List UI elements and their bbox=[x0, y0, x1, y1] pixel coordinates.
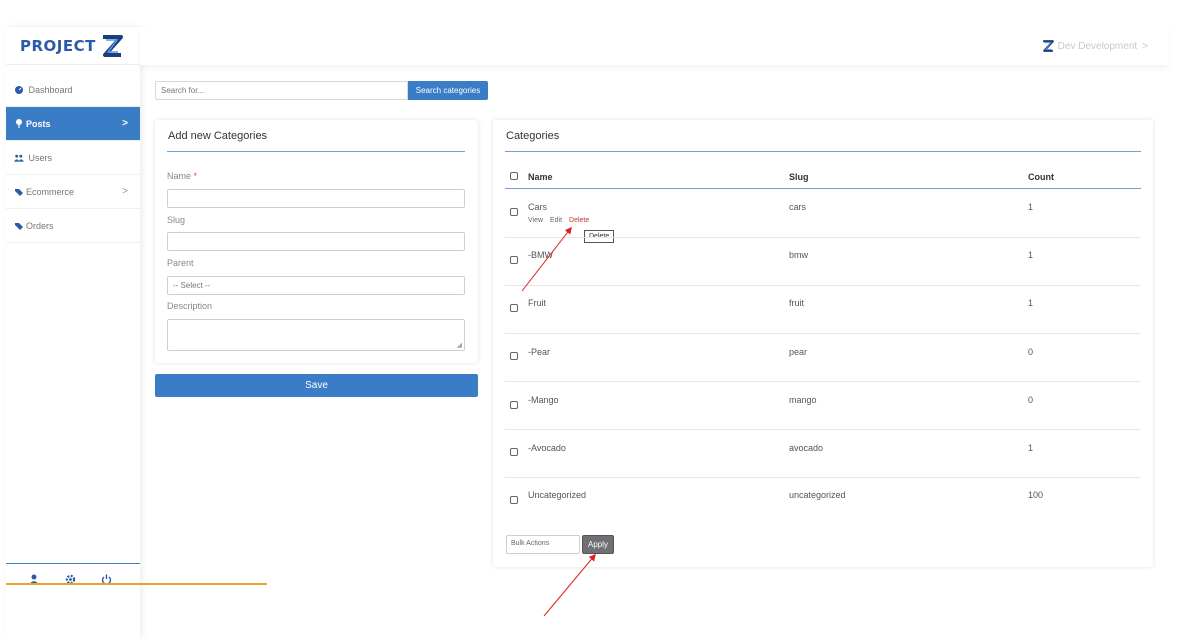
card-divider bbox=[505, 151, 1141, 152]
row-checkbox[interactable] bbox=[510, 256, 518, 264]
sidebar-item-posts[interactable]: Posts > bbox=[6, 107, 140, 141]
required-mark: * bbox=[193, 171, 198, 181]
category-slug: pear bbox=[789, 347, 808, 357]
bulk-actions-select[interactable]: Bulk Actions bbox=[506, 535, 580, 554]
sidebar-item-ecommerce[interactable]: Ecommerce > bbox=[6, 175, 140, 209]
row-actions: View Edit Delete bbox=[528, 217, 594, 224]
row-divider bbox=[505, 477, 1141, 478]
category-count: 1 bbox=[1028, 250, 1034, 260]
dashboard-icon bbox=[14, 85, 24, 95]
search-input[interactable] bbox=[155, 81, 408, 100]
project-z-logo-icon bbox=[1043, 40, 1054, 52]
name-label-text: Name bbox=[167, 171, 192, 181]
sidebar-nav: Dashboard Posts > Users Ecommerce > Orde… bbox=[6, 73, 140, 243]
divider bbox=[6, 583, 267, 585]
slug-field[interactable] bbox=[167, 232, 465, 251]
apply-button[interactable]: Apply bbox=[582, 535, 614, 554]
column-header-name[interactable]: Name bbox=[528, 172, 553, 182]
logo-text: PROJECT bbox=[20, 36, 96, 55]
sidebar-item-dashboard[interactable]: Dashboard bbox=[6, 73, 140, 107]
column-header-slug[interactable]: Slug bbox=[789, 172, 809, 182]
category-count: 1 bbox=[1028, 202, 1034, 212]
header-divider bbox=[505, 188, 1141, 189]
category-name[interactable]: -Mango bbox=[528, 395, 559, 405]
project-z-logo-icon bbox=[102, 34, 123, 57]
row-checkbox[interactable] bbox=[510, 304, 518, 312]
sidebar-item-label: Posts bbox=[26, 118, 51, 129]
top-bar: Dev Development > bbox=[140, 27, 1168, 65]
resize-handle-icon[interactable]: ◢ bbox=[457, 341, 462, 349]
chevron-right-icon: > bbox=[122, 186, 128, 197]
category-slug: bmw bbox=[789, 250, 809, 260]
row-checkbox[interactable] bbox=[510, 448, 518, 456]
chevron-right-icon: > bbox=[1142, 40, 1148, 52]
row-checkbox[interactable] bbox=[510, 401, 518, 409]
category-name[interactable]: Uncategorized bbox=[528, 490, 586, 500]
category-name[interactable]: -Avocado bbox=[528, 443, 566, 453]
category-slug: mango bbox=[789, 395, 817, 405]
card-title: Categories bbox=[506, 130, 560, 142]
tag-icon bbox=[14, 221, 24, 231]
card-title: Add new Categories bbox=[168, 130, 268, 142]
logo[interactable]: PROJECT bbox=[6, 27, 140, 65]
column-header-count[interactable]: Count bbox=[1028, 172, 1054, 182]
tag-icon bbox=[14, 187, 24, 197]
sidebar-item-users[interactable]: Users bbox=[6, 141, 140, 175]
row-checkbox[interactable] bbox=[510, 496, 518, 504]
row-divider bbox=[505, 285, 1141, 286]
sidebar-item-label: Ecommerce bbox=[26, 186, 75, 197]
edit-link[interactable]: Edit bbox=[550, 217, 562, 224]
row-divider bbox=[505, 381, 1141, 382]
row-checkbox[interactable] bbox=[510, 208, 518, 216]
sidebar-item-orders[interactable]: Orders bbox=[6, 209, 140, 243]
delete-link[interactable]: Delete bbox=[569, 217, 589, 224]
description-label: Description bbox=[167, 301, 213, 311]
sidebar-item-label: Orders bbox=[26, 220, 54, 231]
parent-label: Parent bbox=[167, 258, 194, 268]
category-count: 1 bbox=[1028, 298, 1034, 308]
category-name[interactable]: Cars bbox=[528, 202, 547, 212]
add-category-card: Add new Categories Name * Slug Parent --… bbox=[155, 120, 478, 363]
sidebar: PROJECT Dashboard Posts > Users Ecommerc… bbox=[6, 27, 140, 639]
chevron-right-icon: > bbox=[122, 118, 128, 129]
sidebar-item-label: Dashboard bbox=[28, 84, 73, 95]
card-divider bbox=[167, 151, 465, 152]
users-icon bbox=[14, 153, 24, 163]
category-name[interactable]: -Pear bbox=[528, 347, 550, 357]
category-slug: fruit bbox=[789, 298, 805, 308]
slug-label: Slug bbox=[167, 215, 186, 225]
row-divider bbox=[505, 429, 1141, 430]
select-all-checkbox[interactable] bbox=[510, 172, 518, 180]
category-count: 0 bbox=[1028, 347, 1034, 357]
category-name[interactable]: -BMW bbox=[528, 250, 553, 260]
row-divider bbox=[505, 333, 1141, 334]
category-count: 0 bbox=[1028, 395, 1034, 405]
view-link[interactable]: View bbox=[528, 217, 543, 224]
category-count: 100 bbox=[1028, 490, 1044, 500]
user-menu[interactable]: Dev Development > bbox=[1041, 39, 1148, 53]
user-name: Dev Development bbox=[1057, 40, 1138, 52]
parent-select[interactable]: -- Select -- bbox=[167, 276, 465, 295]
category-slug: uncategorized bbox=[789, 490, 846, 500]
row-checkbox[interactable] bbox=[510, 352, 518, 360]
category-count: 1 bbox=[1028, 443, 1034, 453]
name-label: Name * bbox=[167, 171, 197, 181]
description-field[interactable]: ◢ bbox=[167, 319, 465, 351]
parent-select-value: -- Select -- bbox=[173, 281, 211, 290]
sidebar-footer bbox=[6, 563, 140, 585]
bulk-actions-value: Bulk Actions bbox=[511, 540, 550, 547]
row-divider bbox=[505, 237, 1141, 238]
search-categories-button[interactable]: Search categories bbox=[408, 81, 488, 100]
pin-icon bbox=[14, 119, 24, 129]
save-button[interactable]: Save bbox=[155, 374, 478, 397]
category-slug: avocado bbox=[789, 443, 824, 453]
category-name[interactable]: Fruit bbox=[528, 298, 546, 308]
category-slug: cars bbox=[789, 202, 807, 212]
sidebar-item-label: Users bbox=[28, 152, 53, 163]
name-field[interactable] bbox=[167, 189, 465, 208]
